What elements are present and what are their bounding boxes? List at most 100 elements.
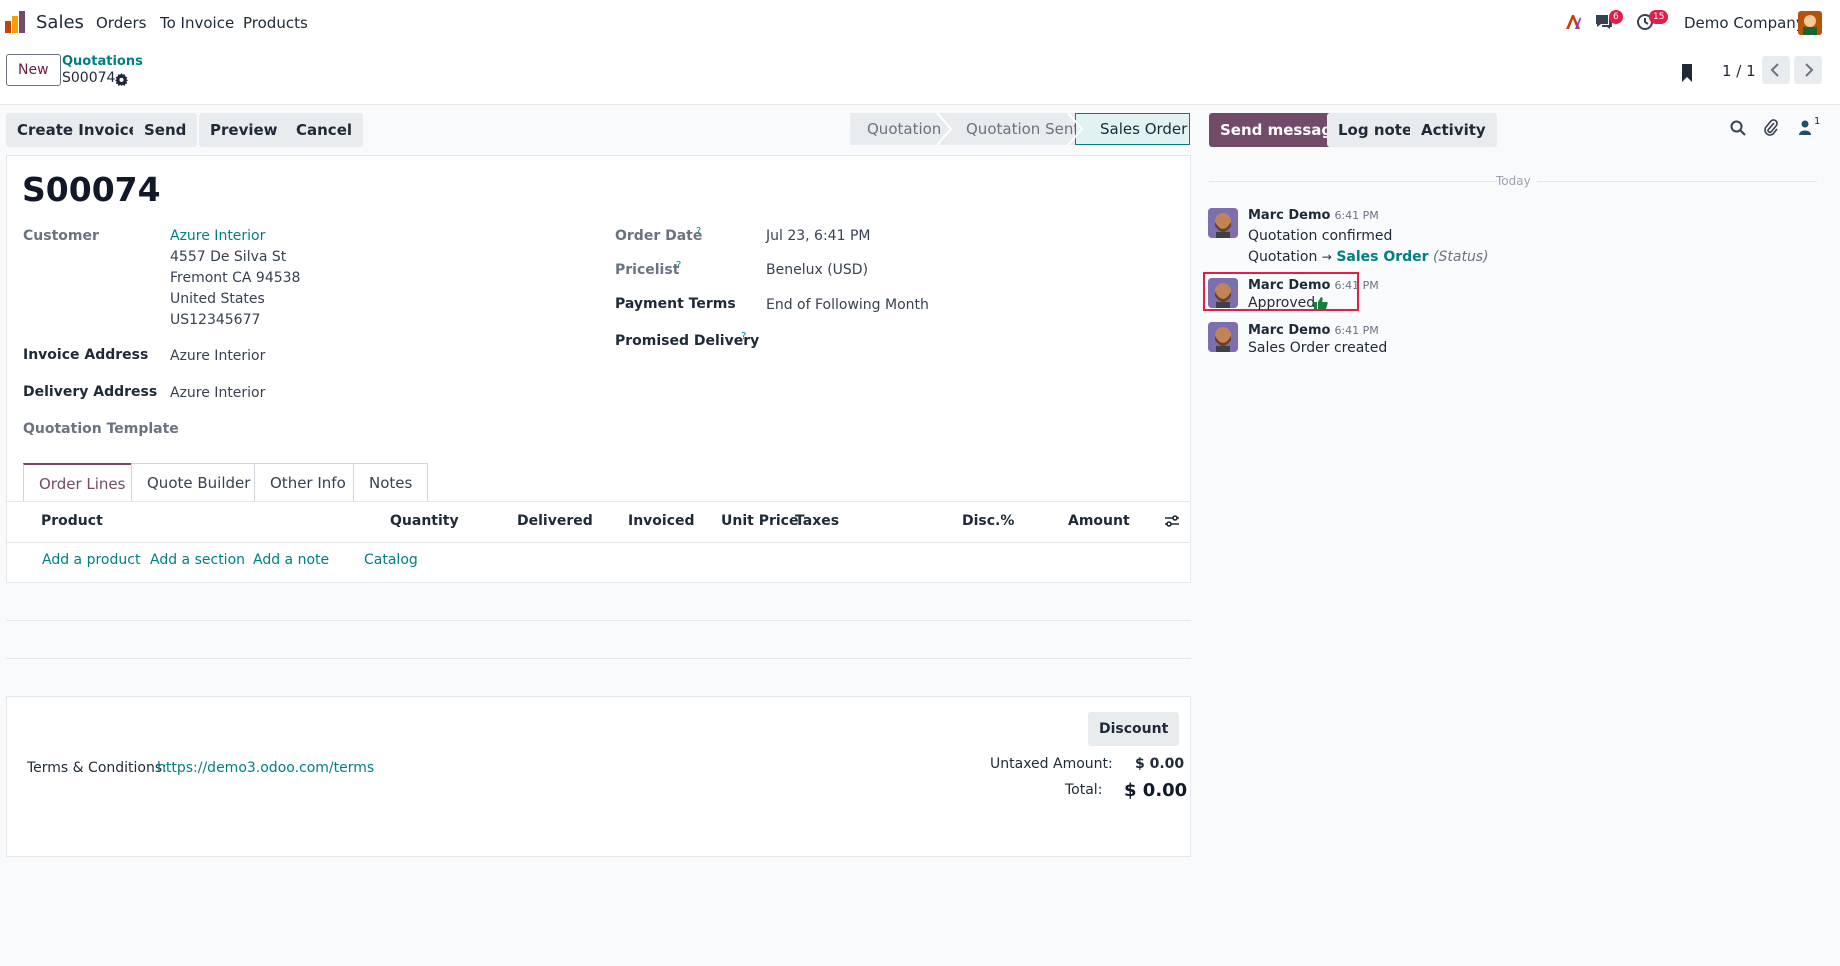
tracking-arrow: →: [1321, 250, 1332, 264]
app-name[interactable]: Sales: [36, 12, 84, 33]
cancel-button[interactable]: Cancel: [285, 113, 364, 147]
message-author[interactable]: Marc Demo: [1248, 208, 1330, 223]
order-date-help[interactable]: ?: [696, 226, 701, 237]
day-divider: [1537, 181, 1817, 182]
col-delivered[interactable]: Delivered: [517, 513, 593, 529]
col-invoiced[interactable]: Invoiced: [628, 513, 695, 529]
delivery-address-label: Delivery Address: [23, 384, 158, 400]
pager-next-button[interactable]: [1794, 56, 1822, 84]
promised-delivery-help[interactable]: ?: [741, 331, 746, 342]
order-date-label: Order Date: [615, 228, 703, 244]
record-title: S00074: [22, 170, 161, 209]
message-header: Marc Demo 6:41 PM: [1248, 320, 1379, 338]
avatar[interactable]: [1208, 278, 1238, 308]
messages-badge: 6: [1609, 10, 1623, 24]
menu-orders[interactable]: Orders: [96, 14, 146, 32]
new-button[interactable]: New: [6, 54, 61, 86]
col-unit-price[interactable]: Unit Price: [721, 513, 798, 529]
message-body: Approved: [1248, 295, 1316, 311]
add-product-link[interactable]: Add a product: [42, 552, 140, 568]
message-time: 6:41 PM: [1334, 279, 1379, 292]
menu-products[interactable]: Products: [243, 14, 308, 32]
apps-logo-icon[interactable]: [5, 11, 27, 33]
add-section-link[interactable]: Add a section: [150, 552, 245, 568]
pricelist-label: Pricelist: [615, 262, 680, 278]
promised-delivery-label: Promised Delivery: [615, 333, 760, 349]
search-icon[interactable]: [1730, 120, 1746, 140]
activity-button[interactable]: Activity: [1410, 113, 1497, 147]
followers-icon[interactable]: [1798, 120, 1812, 140]
activities-badge: 15: [1649, 10, 1669, 24]
day-divider: [1209, 181, 1497, 182]
send-button[interactable]: Send: [133, 113, 198, 147]
preview-button[interactable]: Preview: [199, 113, 289, 147]
create-invoice-button[interactable]: Create Invoice: [6, 113, 150, 147]
untaxed-amount-label: Untaxed Amount:: [990, 756, 1113, 772]
chevron-right-icon: [1805, 63, 1814, 77]
message-author[interactable]: Marc Demo: [1248, 278, 1330, 293]
avatar[interactable]: [1208, 322, 1238, 352]
pricelist-field[interactable]: Benelux (USD): [766, 262, 868, 278]
bookmark-icon[interactable]: [1680, 64, 1694, 86]
paperclip-icon[interactable]: [1763, 119, 1779, 141]
pricelist-help[interactable]: ?: [676, 260, 681, 271]
message-time: 6:41 PM: [1334, 324, 1379, 337]
tab-quote-builder[interactable]: Quote Builder: [131, 463, 267, 501]
untaxed-amount-value: $ 0.00: [1135, 756, 1185, 772]
tabs-divider: [6, 501, 1191, 502]
col-product[interactable]: Product: [41, 513, 103, 529]
breadcrumb-quotations[interactable]: Quotations: [62, 54, 143, 69]
tracking-new-value: Sales Order: [1336, 249, 1429, 265]
col-amount[interactable]: Amount: [1068, 513, 1130, 529]
tab-other-info[interactable]: Other Info: [254, 463, 362, 501]
message-body: Quotation confirmed: [1248, 228, 1393, 244]
breadcrumb-record: S00074: [62, 70, 116, 86]
terms-link[interactable]: https://demo3.odoo.com/terms: [157, 760, 374, 776]
tab-order-lines[interactable]: Order Lines: [23, 463, 142, 501]
message-author[interactable]: Marc Demo: [1248, 323, 1330, 338]
user-avatar[interactable]: [1798, 11, 1822, 35]
catalog-link[interactable]: Catalog: [364, 552, 418, 568]
tracking-old-value: Quotation: [1248, 249, 1318, 265]
total-label: Total:: [1065, 782, 1103, 798]
terms-label: Terms & Conditions:: [27, 760, 167, 776]
message-time: 6:41 PM: [1334, 209, 1379, 222]
menu-to-invoice[interactable]: To Invoice: [160, 14, 234, 32]
payment-terms-field[interactable]: End of Following Month: [766, 297, 929, 313]
company-switcher[interactable]: Demo Company: [1684, 14, 1805, 32]
status-quotation-sent[interactable]: Quotation Sent: [950, 113, 1081, 145]
pager-prev-button[interactable]: [1762, 56, 1790, 84]
col-discount[interactable]: Disc.%: [962, 513, 1014, 529]
message-body: Sales Order created: [1248, 340, 1388, 356]
tracking-change: Quotation → Sales Order (Status): [1248, 249, 1489, 265]
log-note-button[interactable]: Log note: [1327, 113, 1424, 147]
status-chevron-icon: [1067, 113, 1084, 145]
add-note-link[interactable]: Add a note: [253, 552, 329, 568]
order-date-field[interactable]: Jul 23, 6:41 PM: [766, 228, 870, 244]
total-value: $ 0.00: [1124, 780, 1188, 801]
table-row: [6, 621, 1191, 658]
discount-button[interactable]: Discount: [1088, 712, 1180, 746]
payment-terms-label: Payment Terms: [615, 296, 736, 312]
delivery-address-field[interactable]: Azure Interior: [170, 385, 265, 401]
status-sales-order[interactable]: Sales Order: [1075, 113, 1190, 145]
invoice-address-label: Invoice Address: [23, 347, 149, 363]
followers-count: 1: [1814, 116, 1821, 127]
optional-columns-icon[interactable]: [1164, 514, 1180, 532]
address-vat: US12345677: [170, 312, 261, 328]
top-navbar: Sales Orders To Invoice Products 6 15 De…: [0, 0, 1840, 47]
invoice-address-field[interactable]: Azure Interior: [170, 348, 265, 364]
address-line: Fremont CA 94538: [170, 270, 301, 286]
pager-value[interactable]: 1 / 1: [1722, 62, 1756, 80]
control-panel: New Quotations S00074 1 / 1: [0, 46, 1840, 105]
col-taxes[interactable]: Taxes: [795, 513, 839, 529]
gear-icon[interactable]: [115, 72, 128, 90]
chevron-left-icon: [1770, 63, 1779, 77]
col-quantity[interactable]: Quantity: [390, 513, 459, 529]
message-header: Marc Demo 6:41 PM: [1248, 205, 1379, 223]
table-row: [6, 583, 1191, 620]
customer-link[interactable]: Azure Interior: [170, 228, 265, 244]
ai-logo-icon[interactable]: [1564, 13, 1582, 35]
tab-notes[interactable]: Notes: [353, 463, 429, 501]
avatar[interactable]: [1208, 208, 1238, 238]
